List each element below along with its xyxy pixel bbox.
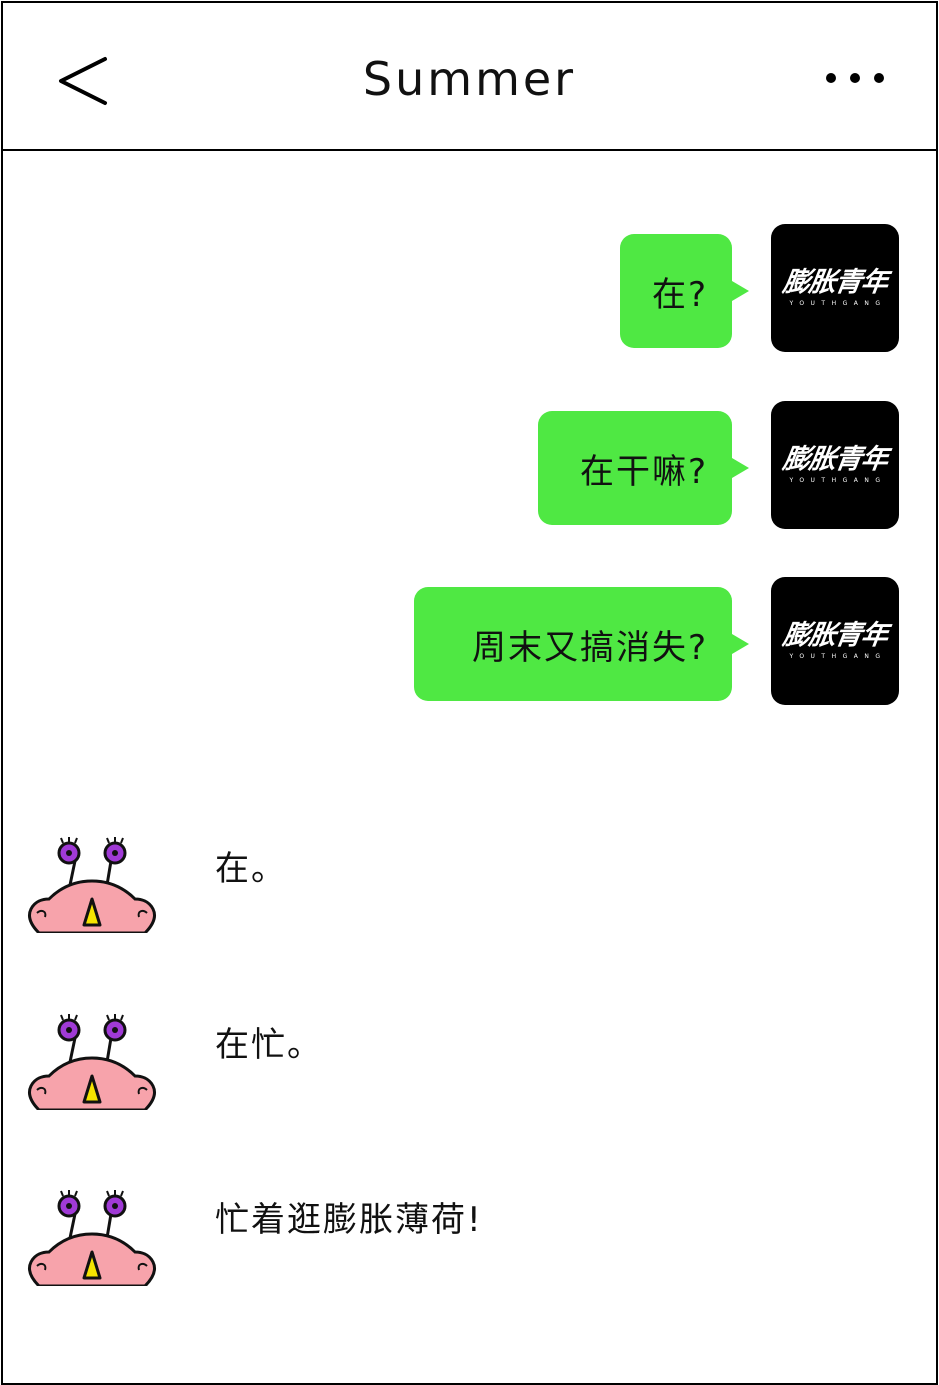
outgoing-message-bubble[interactable]: 在? [620,234,732,348]
chat-header: Summer [3,3,936,151]
chat-window: Summer 在? 膨胀青年 YOUTHGANG 在干嘛? 膨胀青年 YOUTH… [1,1,938,1385]
avatar[interactable]: 膨胀青年 YOUTHGANG [771,224,899,352]
logo-text: 膨胀青年 [780,267,890,298]
logo-text: 膨胀青年 [780,444,890,475]
logo-text: 膨胀青年 [780,620,890,651]
pink-monster-icon [27,837,157,935]
avatar[interactable]: 膨胀青年 YOUTHGANG [771,401,899,529]
bubble-tail [732,458,749,478]
bubble-tail [732,634,749,654]
bubble-tail [732,281,749,301]
message-text: 周末又搞消失? [471,627,708,668]
pink-monster-icon [27,1190,157,1288]
outgoing-message-bubble[interactable]: 周末又搞消失? [414,587,732,701]
pink-monster-icon [27,1014,157,1112]
logo-subtext: YOUTHGANG [789,653,887,660]
logo-subtext: YOUTHGANG [789,300,887,307]
more-options-button[interactable] [823,67,887,89]
avatar[interactable]: 膨胀青年 YOUTHGANG [771,577,899,705]
avatar[interactable] [25,1010,159,1112]
incoming-message-text[interactable]: 在忙。 [215,1023,323,1067]
logo-subtext: YOUTHGANG [789,477,887,484]
message-text: 在干嘛? [579,451,708,492]
message-text: 在? [651,274,708,315]
avatar[interactable] [25,1186,159,1288]
outgoing-message-bubble[interactable]: 在干嘛? [538,411,732,525]
incoming-message-text[interactable]: 忙着逛膨胀薄荷! [215,1198,483,1242]
more-dots-icon [826,73,884,83]
avatar[interactable] [25,833,159,935]
page-title: Summer [362,52,577,106]
incoming-message-text[interactable]: 在。 [215,847,287,891]
